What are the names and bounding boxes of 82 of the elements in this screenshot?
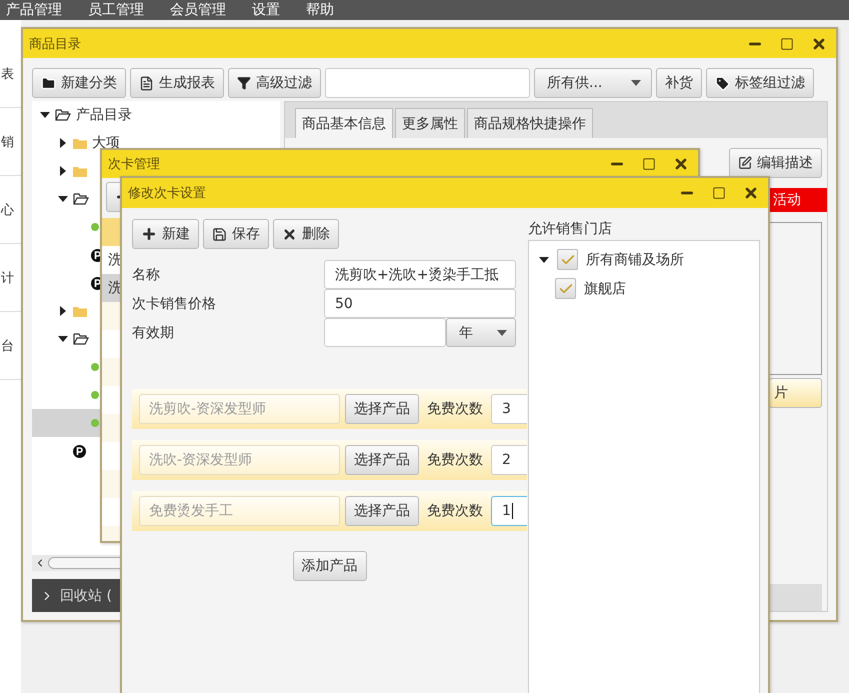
open-folder-icon xyxy=(73,193,89,205)
edit-description-button[interactable]: 编辑描述 xyxy=(729,148,822,178)
status-dot-icon xyxy=(91,391,99,399)
folder-icon xyxy=(73,306,87,316)
edit-icon xyxy=(738,156,752,170)
tree-item[interactable]: 产品目录 xyxy=(40,103,132,127)
toolbar-button[interactable]: 新建分类 xyxy=(32,68,126,98)
open-folder-icon xyxy=(73,333,89,345)
count-label: 免费次数 xyxy=(427,451,483,469)
select-product-button[interactable]: 选择产品 xyxy=(345,394,419,424)
restock-button[interactable]: 补货 xyxy=(656,68,702,98)
image-button[interactable]: 片 xyxy=(769,378,822,408)
store-tree-item[interactable]: 所有商铺及场所 xyxy=(529,245,759,274)
document-icon xyxy=(139,76,154,90)
plus-icon xyxy=(141,226,157,242)
tab[interactable]: 更多属性 xyxy=(395,108,465,138)
input-field[interactable]: 洗剪吹+洗吹+烫染手工抵 xyxy=(324,260,516,289)
tree-item[interactable]: 大项 xyxy=(58,131,120,155)
save-icon xyxy=(212,226,227,242)
tag-icon xyxy=(715,76,730,90)
toolbar-button[interactable]: 删除 xyxy=(273,219,339,249)
count-field[interactable]: 3 xyxy=(491,394,527,424)
field-label: 次卡销售价格 xyxy=(132,294,217,314)
field-label: 有效期 xyxy=(132,324,175,342)
product-icon xyxy=(73,444,86,458)
menu-item[interactable]: 设置 xyxy=(252,1,280,19)
tag-filter-button[interactable]: 标签组过滤 xyxy=(706,68,814,98)
search-field[interactable] xyxy=(325,68,530,98)
menu-item[interactable]: 产品管理 xyxy=(6,1,62,19)
status-dot-icon xyxy=(91,419,99,427)
window-title: 次卡管理 xyxy=(108,156,161,173)
unit-select[interactable]: 年 xyxy=(446,318,516,347)
filter-icon xyxy=(237,76,251,90)
open-folder-icon xyxy=(55,109,71,121)
folder-icon xyxy=(73,166,87,176)
menu-item[interactable]: 会员管理 xyxy=(170,1,226,19)
maximize-icon[interactable] xyxy=(712,186,726,200)
tab[interactable]: 商品基本信息 xyxy=(295,108,393,138)
input-field[interactable]: 50 xyxy=(324,289,516,318)
count-field[interactable]: 2 xyxy=(491,445,527,475)
menu-item[interactable]: 帮助 xyxy=(306,1,334,19)
checkbox[interactable] xyxy=(555,278,576,299)
description-box[interactable] xyxy=(769,222,822,375)
maximize-icon[interactable] xyxy=(780,36,794,50)
select-product-button[interactable]: 选择产品 xyxy=(345,496,419,526)
expanded-arrow-icon[interactable] xyxy=(58,194,68,204)
count-field[interactable]: 1 xyxy=(491,496,527,526)
expanded-arrow-icon[interactable] xyxy=(58,334,68,344)
caret-icon xyxy=(631,80,641,86)
count-label: 免费次数 xyxy=(427,502,483,520)
input-field[interactable] xyxy=(324,318,446,347)
close-icon[interactable] xyxy=(673,156,689,172)
close-icon[interactable] xyxy=(811,36,827,52)
window-title: 修改次卡设置 xyxy=(128,185,207,202)
expanded-arrow-icon[interactable] xyxy=(539,254,549,264)
toolbar-button[interactable]: 高级过滤 xyxy=(228,68,321,98)
select-product-button[interactable]: 选择产品 xyxy=(345,445,419,475)
collapsed-arrow-icon[interactable] xyxy=(58,166,68,176)
checkbox[interactable] xyxy=(557,249,578,270)
toolbar-button[interactable]: 生成报表 xyxy=(130,68,224,98)
status-dot-icon xyxy=(91,223,99,231)
caret-icon xyxy=(497,330,507,336)
menu-item[interactable]: 员工管理 xyxy=(88,1,144,19)
new-folder-icon xyxy=(41,76,56,90)
store-tree-item[interactable]: 旗舰店 xyxy=(529,274,759,303)
maximize-icon[interactable] xyxy=(642,157,656,171)
expanded-arrow-icon[interactable] xyxy=(40,110,50,120)
delete-icon xyxy=(282,226,297,242)
add-product-button[interactable]: 添加产品 xyxy=(292,551,366,581)
stores-label: 允许销售门店 xyxy=(528,220,613,238)
tab[interactable]: 商品规格快捷操作 xyxy=(467,108,593,138)
collapsed-arrow-icon[interactable] xyxy=(58,138,68,148)
close-icon[interactable] xyxy=(743,185,759,201)
field-label: 名称 xyxy=(132,266,161,284)
count-label: 免费次数 xyxy=(427,400,483,418)
supplier-select[interactable]: 所有供... xyxy=(534,68,652,98)
folder-icon xyxy=(73,138,87,148)
toolbar-button[interactable]: 保存 xyxy=(203,219,269,249)
toolbar-button[interactable]: 新建 xyxy=(132,219,199,249)
collapsed-arrow-icon[interactable] xyxy=(58,306,68,316)
status-dot-icon xyxy=(91,363,99,371)
window-title: 商品目录 xyxy=(29,36,82,52)
